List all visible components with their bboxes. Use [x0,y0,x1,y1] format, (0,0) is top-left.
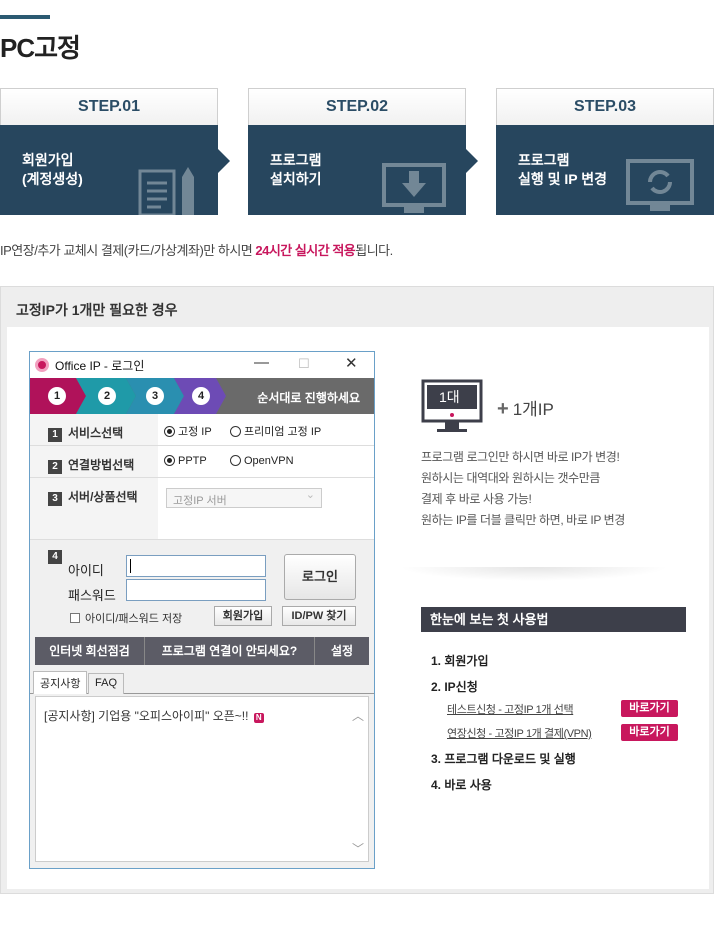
step-badge: 2 [48,460,62,474]
steps-instruction: 순서대로 진행하세요 [257,391,360,405]
scroll-down-icon[interactable]: ﹀ [352,840,364,857]
step-number-2: 2 [98,387,116,405]
radio-pptp[interactable]: PPTP [164,455,207,467]
desc-line: 원하는 IP를 더블 클릭만 하면, 바로 IP 변경 [421,513,625,527]
id-input[interactable] [126,555,266,577]
scroll-up-icon[interactable]: ︿ [352,707,364,724]
notice-item-text: [공지사항] 기업용 "오피스아이피" 오픈~!! [44,709,249,723]
step-body: 프로그램 실행 및 IP 변경 [496,125,714,215]
guide-step-3: 3. 프로그램 다운로드 및 실행 [431,752,576,766]
step-text: 프로그램 설치하기 [270,152,322,187]
connection-row: 2 연결방법선택 PPTP OpenVPN [30,446,374,478]
single-ip-case-panel: 고정IP가 1개만 필요한 경우 Office IP - 로그인 — ☐ ✕ 1… [0,286,714,894]
radio-openvpn[interactable]: OpenVPN [230,455,294,467]
extend-apply-link[interactable]: 연장신청 - 고정IP 1개 결제(VPN) [447,725,592,741]
settings-button[interactable]: 설정 [315,637,369,665]
step-number-4: 4 [192,387,210,405]
step-number-1: 1 [48,387,66,405]
password-input[interactable] [126,579,266,601]
divider-shadow [399,567,669,581]
connection-help-button[interactable]: 프로그램 연결이 안되세요? [145,637,315,665]
extend-apply-go-button[interactable]: 바로가기 [621,724,678,741]
guide-step-4: 4. 바로 사용 [431,778,492,792]
quick-guide-title: 한눈에 보는 첫 사용법 [421,607,686,632]
notice-tabs: 공지사항 FAQ [30,670,374,694]
document-pencil-icon [138,167,194,215]
server-row: 3 서버/상품선택 고정IP 서버 [30,478,374,540]
service-label: 1 서비스선택 [30,414,158,445]
maximize-icon[interactable]: ☐ [298,356,310,372]
tab-faq[interactable]: FAQ [88,673,125,694]
monitor-count: 1대 [439,389,460,405]
service-label-text: 서비스선택 [68,426,124,440]
radio-premium-ip[interactable]: 프리미엄 고정 IP [230,423,321,439]
desc-line: 프로그램 로그인만 하시면 바로 IP가 변경! [421,450,620,464]
guide-step-1: 1. 회원가입 [431,654,489,668]
feature-description: 프로그램 로그인만 하시면 바로 IP가 변경! 원하시는 대역대와 원하시는 … [421,447,625,531]
step-arrow [466,149,478,173]
title-accent-bar [0,15,50,19]
connection-label-text: 연결방법선택 [68,458,135,472]
realtime-notice: IP연장/추가 교체시 결제(카드/가상계좌)만 하시면 24시간 실시간 적용… [0,240,393,259]
line-check-button[interactable]: 인터넷 회선점검 [35,637,145,665]
step-arrow [218,149,230,173]
monitor-refresh-icon [626,159,694,211]
case-title: 고정IP가 1개만 필요한 경우 [16,302,178,318]
step-label: STEP.01 [0,88,218,125]
password-label: 패스워드 [68,588,116,603]
monitor-download-icon [382,163,446,213]
minimize-icon[interactable]: — [254,354,269,371]
progress-steps-bar: 1 2 3 4 순서대로 진행하세요 [30,378,374,414]
id-label: 아이디 [68,563,104,578]
window-titlebar: Office IP - 로그인 — ☐ ✕ [30,352,374,378]
step-label: STEP.03 [496,88,714,125]
new-badge: N [253,713,264,723]
tool-bar: 인터넷 회선점검 프로그램 연결이 안되세요? 설정 [35,637,369,665]
plus-one-ip: +1개IP [497,398,554,420]
close-icon[interactable]: ✕ [345,354,358,372]
notice-prefix: IP연장/추가 교체시 결제(카드/가상계좌)만 하시면 [0,243,256,258]
service-row: 1 서비스선택 고정 IP 프리미엄 고정 IP [30,414,374,446]
step-body: 프로그램 설치하기 [248,125,478,215]
tab-notice[interactable]: 공지사항 [33,671,88,694]
connection-label: 2 연결방법선택 [30,446,158,477]
notice-item[interactable]: [공지사항] 기업용 "오피스아이피" 오픈~!! N [44,707,264,724]
join-button[interactable]: 회원가입 [214,606,272,626]
notice-highlight: 24시간 실시간 적용 [255,243,356,258]
radio-fixed-ip[interactable]: 고정 IP [164,423,212,439]
server-label-text: 서버/상품선택 [68,490,138,504]
step-body: 회원가입 (계정생성) [0,125,230,215]
notice-list: [공지사항] 기업용 "오피스아이피" 오픈~!! N ︿ ﹀ [35,696,369,862]
guide-step-2: 2. IP신청 [431,680,478,694]
step-2: STEP.02 프로그램 설치하기 [248,88,478,215]
case-content: Office IP - 로그인 — ☐ ✕ 1 2 3 4 순서대로 진행하세요 [7,327,709,889]
login-window: Office IP - 로그인 — ☐ ✕ 1 2 3 4 순서대로 진행하세요 [29,351,375,869]
server-select[interactable]: 고정IP 서버 [166,488,322,508]
save-credentials-checkbox[interactable]: 아이디/패스워드 저장 [70,610,182,626]
desc-line: 결제 후 바로 사용 가능! [421,492,532,506]
login-form: 4 아이디 패스워드 로그인 아이디/패스워드 저장 회원가입 ID/PW 찾기 [30,540,374,636]
step-badge: 1 [48,428,62,442]
step-badge: 4 [48,550,62,564]
page-title: PC고정 [0,33,81,63]
step-number-3: 3 [146,387,164,405]
office-ip-logo-icon [35,358,49,372]
desc-line: 원하시는 대역대와 원하시는 갯수만큼 [421,471,601,485]
window-title: Office IP - 로그인 [55,359,145,373]
login-button[interactable]: 로그인 [284,554,356,600]
step-badge: 3 [48,492,62,506]
step-text: 회원가입 (계정생성) [22,152,83,187]
step-text: 프로그램 실행 및 IP 변경 [518,152,608,187]
step-3: STEP.03 프로그램 실행 및 IP 변경 [496,88,714,215]
test-apply-link[interactable]: 테스트신청 - 고정IP 1개 선택 [447,701,574,717]
test-apply-go-button[interactable]: 바로가기 [621,700,678,717]
find-id-pw-button[interactable]: ID/PW 찾기 [282,606,356,626]
step-label: STEP.02 [248,88,466,125]
step-1: STEP.01 회원가입 (계정생성) [0,88,230,215]
server-label: 3 서버/상품선택 [30,478,158,539]
notice-suffix: 됩니다. [355,243,393,258]
